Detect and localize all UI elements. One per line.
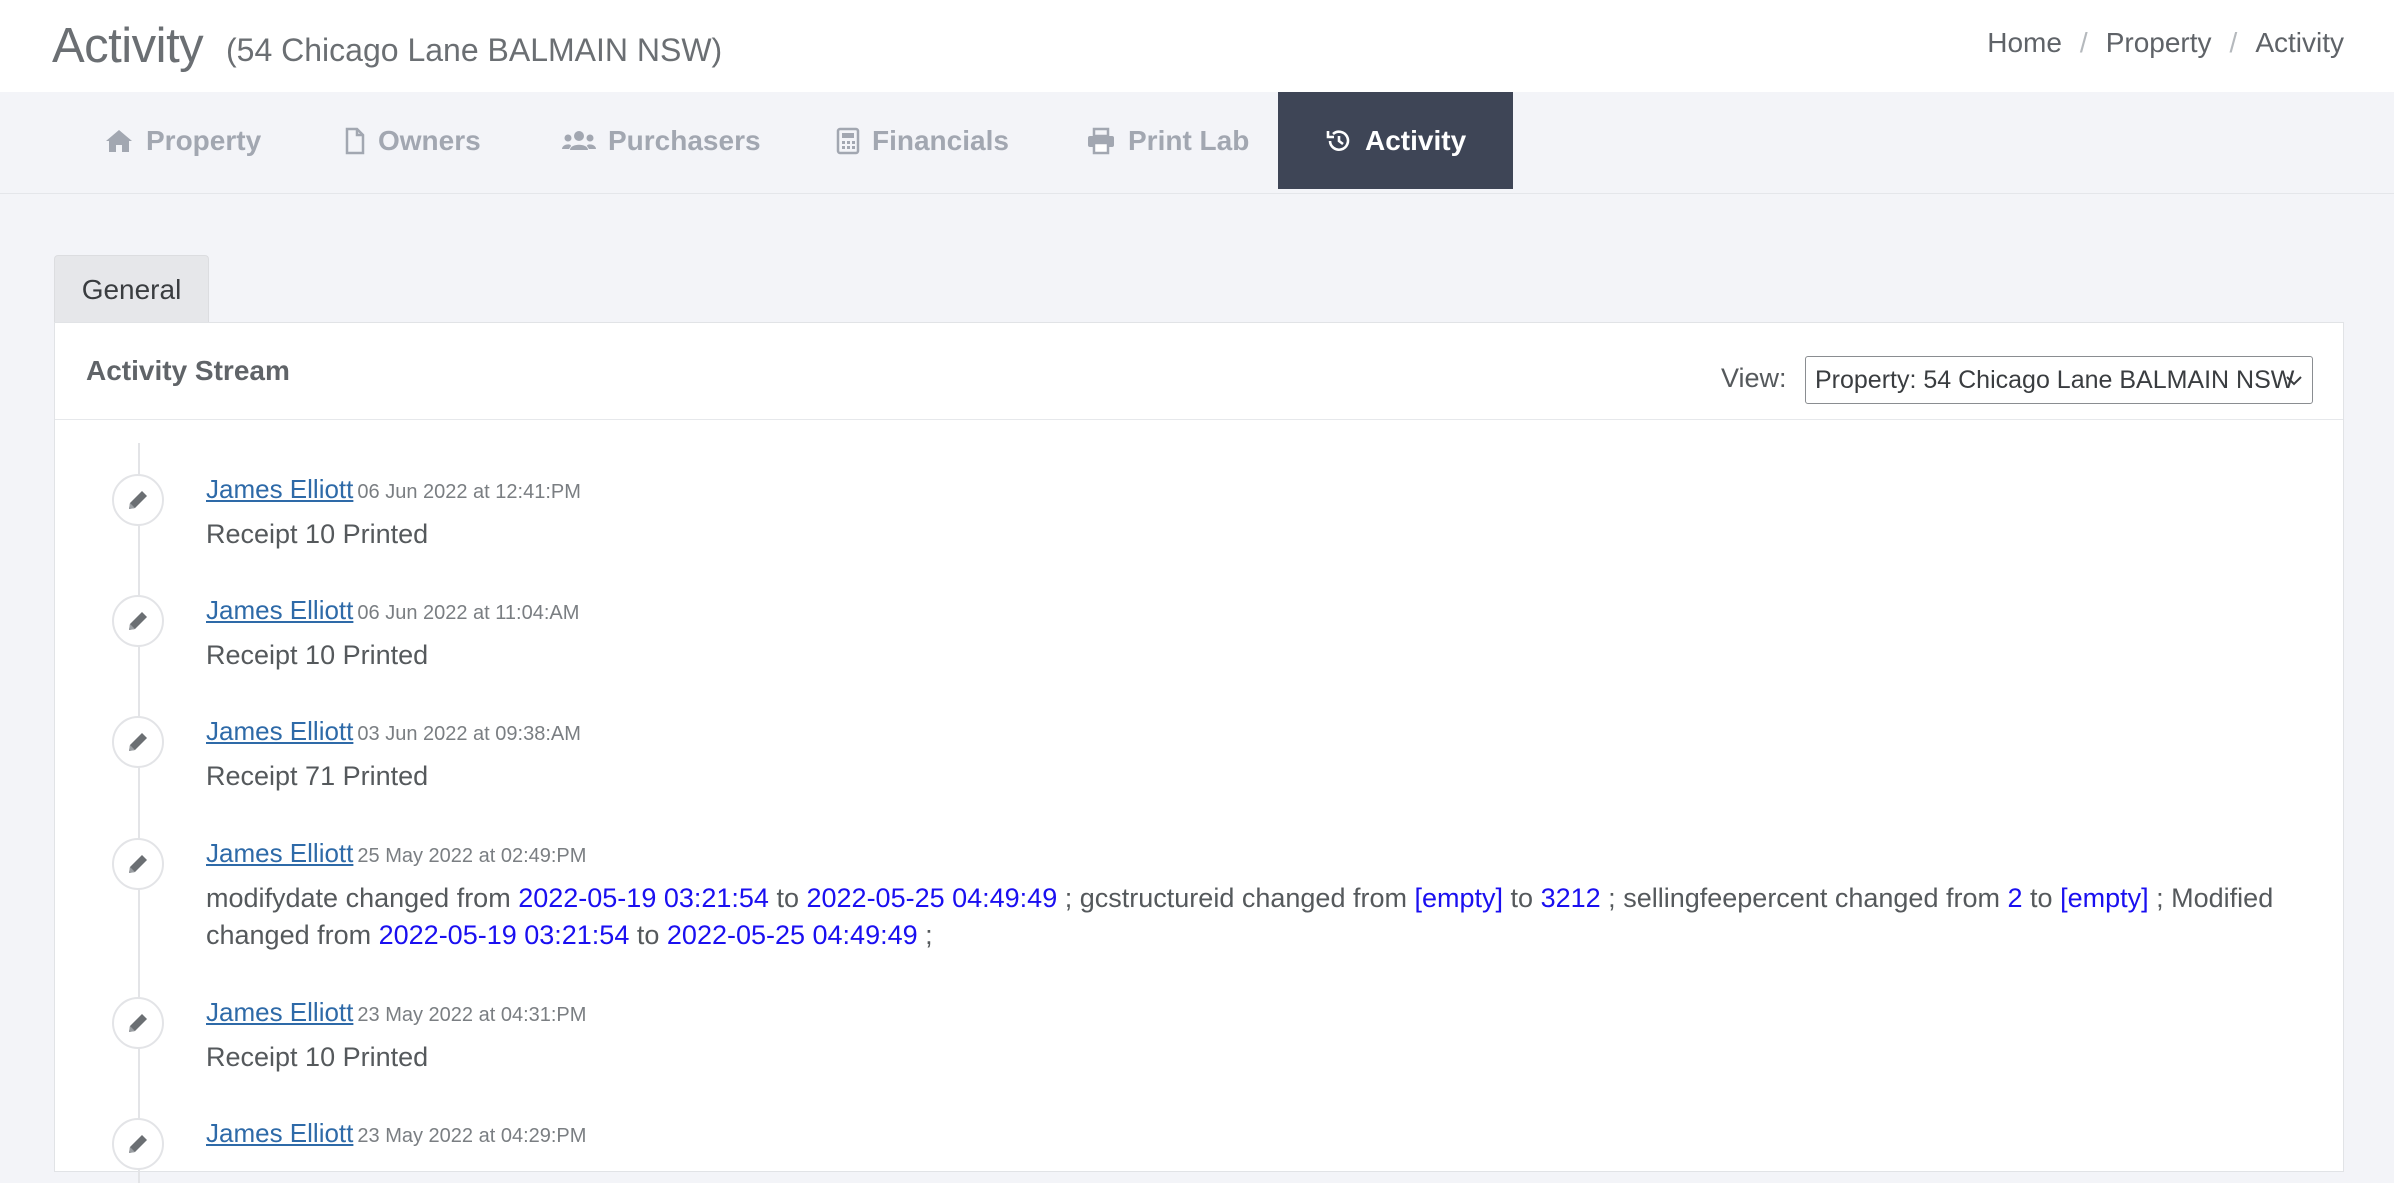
calculator-icon: [836, 127, 860, 154]
tab-print-lab-label: Print Lab: [1128, 124, 1250, 156]
entry-user-link[interactable]: James Elliott: [206, 595, 353, 625]
entry-text: Receipt 10 Printed: [206, 640, 429, 670]
entry-user-link[interactable]: James Elliott: [206, 997, 353, 1027]
change-word: to: [2030, 883, 2053, 913]
users-icon: [562, 130, 596, 150]
pencil-icon: [112, 838, 164, 890]
change-new-value: 2022-05-25 04:49:49: [806, 883, 1058, 913]
change-old-value: 2: [2007, 883, 2023, 913]
entry-header: James Elliott 23 May 2022 at 04:31:PM: [206, 997, 586, 1028]
tab-purchasers[interactable]: Purchasers: [562, 92, 761, 189]
entry-user-link[interactable]: James Elliott: [206, 716, 353, 746]
change-field: modifydate: [206, 883, 339, 913]
change-word: to: [1510, 883, 1534, 913]
entry-header: James Elliott 25 May 2022 at 02:49:PM: [206, 838, 586, 869]
panel-title: Activity Stream: [86, 355, 290, 386]
chevron-down-icon: [2286, 376, 2302, 386]
view-select[interactable]: Property: 54 Chicago Lane BALMAIN NSW: [1805, 356, 2313, 404]
breadcrumb-current: Activity: [2255, 27, 2344, 58]
change-separator: ;: [2156, 883, 2164, 913]
breadcrumb-separator: /: [2229, 27, 2238, 58]
history-icon: [1326, 129, 1350, 151]
tab-financials[interactable]: Financials: [836, 92, 1009, 189]
breadcrumb-home[interactable]: Home: [1987, 27, 2062, 59]
pencil-icon: [112, 997, 164, 1049]
tab-owners[interactable]: Owners: [344, 92, 481, 189]
breadcrumb-separator: /: [2079, 27, 2088, 58]
entry-timestamp: 25 May 2022 at 02:49:PM: [357, 845, 587, 867]
entry-timestamp: 23 May 2022 at 04:31:PM: [357, 1004, 587, 1026]
tab-financials-label: Financials: [872, 124, 1009, 156]
change-separator: ;: [1608, 883, 1616, 913]
page-subtitle: (54 Chicago Lane BALMAIN NSW): [226, 32, 723, 68]
entry-text: Receipt 10 Printed: [206, 519, 429, 549]
printer-icon: [1088, 127, 1114, 154]
entry-timestamp: 23 May 2022 at 04:29:PM: [357, 1125, 587, 1147]
view-label: View:: [1721, 363, 1787, 393]
view-select-value: Property: 54 Chicago Lane BALMAIN NSW: [1815, 365, 2295, 394]
tab-property[interactable]: Property: [104, 92, 261, 189]
change-word: to: [776, 883, 799, 913]
change-word: changed from: [206, 920, 372, 950]
change-new-value: 2022-05-25 04:49:49: [666, 920, 918, 950]
change-new-value: 3212: [1540, 883, 1601, 913]
entry-header: James Elliott 06 Jun 2022 at 11:04:AM: [206, 595, 579, 626]
activity-stream-panel: Activity Stream View: Property: 54 Chica…: [54, 322, 2344, 1183]
pencil-icon: [112, 474, 164, 526]
panel-header: Activity Stream View: Property: 54 Chica…: [55, 323, 2343, 420]
pencil-icon: [112, 595, 164, 647]
document-icon: [345, 127, 365, 154]
tab-activity[interactable]: Activity: [1278, 92, 1514, 189]
change-field: gcstructureid: [1079, 883, 1235, 913]
change-new-value: [empty]: [2060, 883, 2149, 913]
pencil-icon: [112, 1118, 164, 1170]
tab-purchasers-label: Purchasers: [608, 124, 761, 156]
change-word: changed from: [1241, 883, 1407, 913]
entry-change-log: modifydate changed from 2022-05-19 03:21…: [206, 880, 2316, 954]
breadcrumb: Home / Property / Activity: [1987, 27, 2344, 59]
change-old-value: [empty]: [1414, 883, 1504, 913]
change-old-value: 2022-05-19 03:21:54: [378, 920, 630, 950]
tab-print-lab[interactable]: Print Lab: [1086, 92, 1249, 189]
change-word: to: [636, 920, 660, 950]
entry-text: Receipt 71 Printed: [206, 761, 429, 791]
change-word: changed from: [1834, 883, 2000, 913]
change-separator: ;: [925, 920, 933, 950]
tab-property-label: Property: [146, 124, 262, 156]
entry-user-link[interactable]: James Elliott: [206, 1118, 353, 1148]
change-field: Modified: [2171, 883, 2274, 913]
entry-header: James Elliott 03 Jun 2022 at 09:38:AM: [206, 716, 581, 747]
change-old-value: 2022-05-19 03:21:54: [518, 883, 769, 913]
entry-timestamp: 06 Jun 2022 at 11:04:AM: [357, 602, 580, 624]
tab-activity-label: Activity: [1365, 124, 1467, 156]
entry-header: James Elliott 06 Jun 2022 at 12:41:PM: [206, 474, 581, 505]
breadcrumb-property[interactable]: Property: [2106, 27, 2212, 59]
entry-user-link[interactable]: James Elliott: [206, 474, 353, 504]
home-icon: [106, 129, 132, 152]
change-separator: ;: [1064, 883, 1073, 913]
entry-text: Receipt 10 Printed: [206, 1042, 429, 1072]
tab-general[interactable]: General: [54, 255, 209, 323]
top-bar: Activity (54 Chicago Lane BALMAIN NSW) H…: [0, 0, 2394, 92]
timeline-line: [138, 443, 140, 1183]
page-title: Activity: [52, 19, 204, 73]
entry-header: James Elliott 23 May 2022 at 04:29:PM: [206, 1118, 586, 1149]
entry-timestamp: 06 Jun 2022 at 12:41:PM: [357, 481, 581, 503]
main-tab-bar: Property Owners Purchasers Financials Pr…: [0, 92, 2394, 194]
entry-timestamp: 03 Jun 2022 at 09:38:AM: [357, 723, 581, 745]
change-field: sellingfeepercent: [1623, 883, 1828, 913]
entry-user-link[interactable]: James Elliott: [206, 838, 353, 868]
tab-owners-label: Owners: [378, 124, 481, 156]
change-word: changed from: [345, 883, 511, 913]
pencil-icon: [112, 716, 164, 768]
